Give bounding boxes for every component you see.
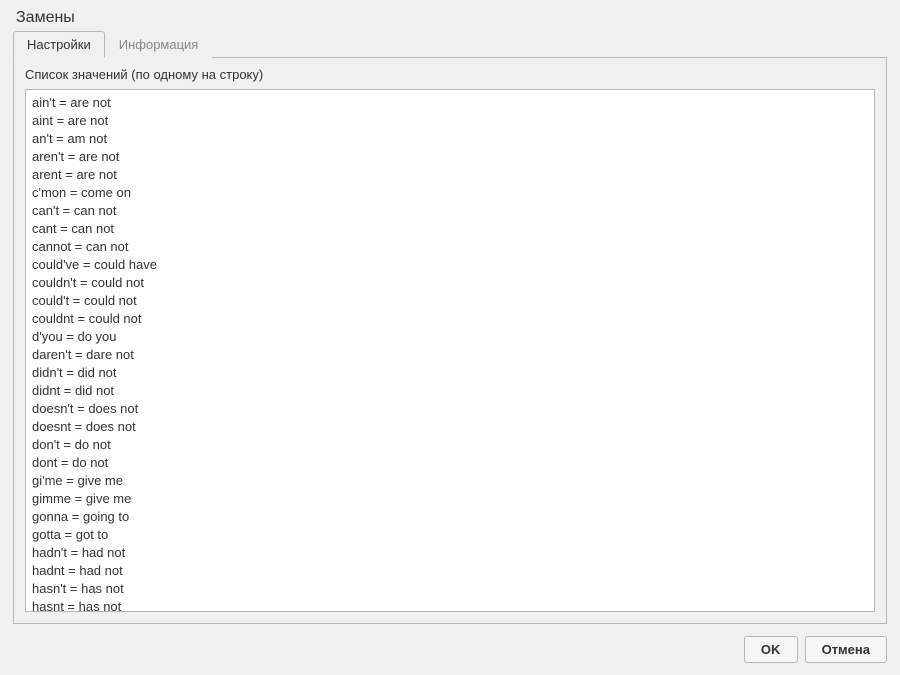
dialog-footer: OK Отмена — [0, 624, 900, 675]
cancel-button[interactable]: Отмена — [805, 636, 887, 663]
tabs-container: Настройки Информация Список значений (по… — [0, 30, 900, 624]
values-list-label: Список значений (по одному на строку) — [25, 67, 875, 82]
tab-header: Настройки Информация — [13, 30, 887, 58]
ok-button[interactable]: OK — [744, 636, 798, 663]
values-textarea[interactable] — [25, 89, 875, 612]
window-title: Замены — [0, 0, 900, 30]
dialog-window: Замены Настройки Информация Список значе… — [0, 0, 900, 675]
tab-information[interactable]: Информация — [105, 31, 213, 58]
tab-content-settings: Список значений (по одному на строку) — [13, 58, 887, 624]
tab-settings[interactable]: Настройки — [13, 31, 105, 58]
